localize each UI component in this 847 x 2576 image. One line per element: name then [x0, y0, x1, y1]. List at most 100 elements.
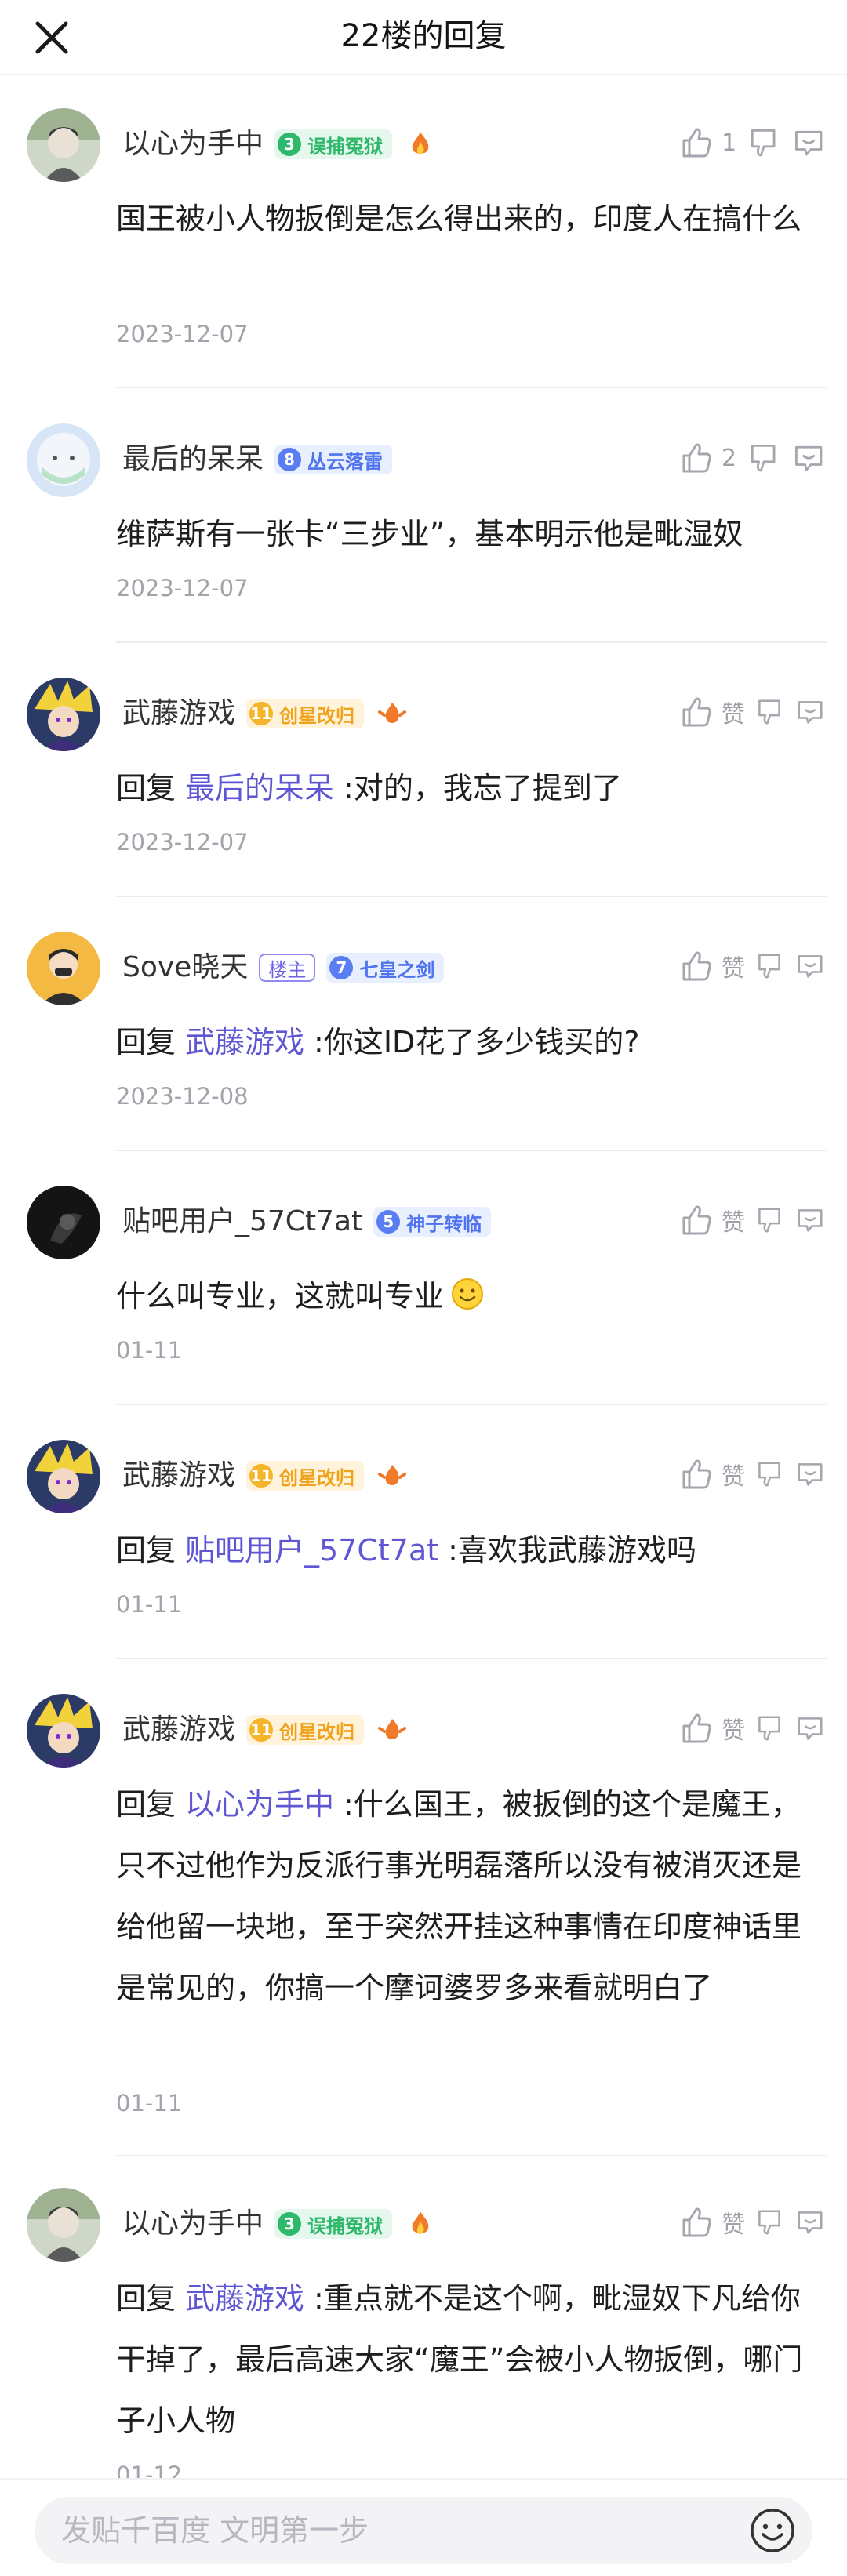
like-button[interactable]: 赞 — [676, 1709, 745, 1748]
username[interactable]: 武藤游戏 — [122, 696, 235, 731]
page-title: 22楼的回复 — [340, 18, 507, 54]
level-badge: 3 误捕冤狱 — [274, 129, 393, 159]
username[interactable]: 以心为手中 — [122, 127, 264, 162]
divider — [116, 1404, 827, 1405]
thumbs-up-icon — [682, 1713, 711, 1743]
thumbs-up-icon — [682, 951, 711, 981]
username[interactable]: Sove晓天 — [122, 950, 248, 985]
comment-icon[interactable] — [791, 125, 827, 161]
reply-date: 2023-12-07 — [116, 829, 249, 856]
avatar[interactable] — [27, 2188, 100, 2262]
dislike-icon[interactable] — [745, 125, 781, 161]
thumbs-up-icon — [682, 443, 711, 473]
dislike-icon[interactable] — [753, 696, 786, 728]
emoji-icon[interactable] — [748, 2506, 797, 2555]
avatar[interactable] — [27, 1440, 100, 1513]
username[interactable]: 武藤游戏 — [122, 1459, 235, 1493]
thumbs-up-icon — [682, 2207, 711, 2237]
comment-icon[interactable] — [794, 1204, 827, 1237]
level-badge: 3 误捕冤狱 — [274, 2209, 393, 2239]
avatar[interactable] — [27, 678, 100, 751]
reply-content: 回复 贴吧用户_57Ct7at:喜欢我武藤游戏吗 — [116, 1533, 696, 1568]
like-count: 赞 — [722, 955, 745, 983]
level-badge: 5 神子转临 — [373, 1207, 492, 1237]
smile-emoji-icon — [452, 1278, 484, 1310]
dislike-icon[interactable] — [753, 2206, 786, 2239]
like-button[interactable]: 赞 — [676, 692, 745, 732]
fire-icon — [378, 1465, 407, 1485]
reply-date: 2023-12-08 — [116, 1083, 249, 1110]
dislike-icon[interactable] — [753, 1204, 786, 1237]
reply-content: 维萨斯有一张卡“三步业”，基本明示他是毗湿奴 — [116, 517, 743, 551]
level-badge: 8 丛云落雷 — [274, 445, 393, 474]
reply-date: 01-11 — [116, 1337, 183, 1364]
comment-icon[interactable] — [794, 1712, 827, 1745]
level-badge: 11 创星改归 — [246, 699, 365, 728]
like-button[interactable]: 赞 — [676, 946, 745, 986]
thumbs-up-icon — [682, 697, 711, 727]
thumbs-up-icon — [682, 128, 711, 158]
like-count: 赞 — [722, 1209, 745, 1237]
reply-content: 回复 最后的呆呆:对的，我忘了提到了 — [116, 771, 622, 805]
like-count: 赞 — [722, 1463, 745, 1491]
divider — [116, 896, 827, 897]
like-count: 2 — [722, 444, 737, 472]
owner-badge: 楼主 — [259, 954, 316, 982]
reply-date: 01-11 — [116, 2090, 183, 2116]
like-button[interactable]: 1 — [676, 123, 736, 162]
bottom-input-bar: 发贴千百度 文明第一步 — [0, 2478, 847, 2576]
divider — [116, 2155, 827, 2156]
avatar[interactable] — [27, 423, 100, 497]
like-button[interactable]: 赞 — [676, 2203, 745, 2242]
divider — [116, 387, 827, 388]
fire-icon — [378, 703, 407, 723]
dislike-icon[interactable] — [753, 950, 786, 983]
dislike-icon[interactable] — [753, 1712, 786, 1745]
comment-icon[interactable] — [791, 440, 827, 476]
like-count: 1 — [722, 129, 737, 157]
fire-icon — [412, 2211, 429, 2234]
reply-content: 回复 武藤游戏:重点就不是这个啊，毗湿奴下凡给你干掉了，最后高速大家“魔王”会被小… — [116, 2281, 803, 2438]
reply-content: 国王被小人物扳倒是怎么得出来的，印度人在搞什么 — [116, 202, 802, 236]
reply-input[interactable]: 发贴千百度 文明第一步 — [35, 2497, 812, 2564]
comment-icon[interactable] — [794, 2206, 827, 2239]
dislike-icon[interactable] — [753, 1458, 786, 1491]
thumbs-up-icon — [682, 1459, 711, 1489]
comment-icon[interactable] — [794, 1458, 827, 1491]
mention-link[interactable]: 以心为手中 — [185, 1787, 334, 1822]
divider — [116, 1150, 827, 1151]
level-badge: 7 七皇之剑 — [326, 953, 445, 983]
mention-link[interactable]: 最后的呆呆 — [185, 771, 334, 805]
like-button[interactable]: 2 — [676, 438, 736, 478]
avatar[interactable] — [27, 932, 100, 1005]
divider — [116, 1658, 827, 1659]
username[interactable]: 以心为手中 — [122, 2207, 264, 2241]
reply-content: 什么叫专业，这就叫专业 — [116, 1266, 816, 1327]
like-count: 赞 — [722, 1717, 745, 1745]
username[interactable]: 武藤游戏 — [122, 1713, 235, 1747]
username[interactable]: 最后的呆呆 — [122, 442, 264, 477]
like-count: 赞 — [722, 701, 745, 728]
top-bar: 22楼的回复 — [0, 0, 847, 75]
like-button[interactable]: 赞 — [676, 1201, 745, 1240]
like-button[interactable]: 赞 — [676, 1455, 745, 1494]
thumbs-up-icon — [682, 1205, 711, 1235]
comment-icon[interactable] — [794, 950, 827, 983]
input-placeholder: 发贴千百度 文明第一步 — [61, 2513, 369, 2548]
reply-content: 回复 武藤游戏:你这ID花了多少钱买的? — [116, 1025, 640, 1059]
level-badge: 11 创星改归 — [246, 1715, 365, 1745]
username[interactable]: 贴吧用户_57Ct7at — [122, 1204, 362, 1239]
fire-icon — [378, 1719, 407, 1739]
avatar[interactable] — [27, 108, 100, 182]
reply-content: 回复 以心为手中:什么国王，被扳倒的这个是魔王，只不过他作为反派行事光明磊落所以没… — [116, 1787, 802, 2005]
comment-icon[interactable] — [794, 696, 827, 728]
dislike-icon[interactable] — [745, 440, 781, 476]
mention-link[interactable]: 贴吧用户_57Ct7at — [185, 1533, 438, 1568]
like-count: 赞 — [722, 2211, 745, 2239]
avatar[interactable] — [27, 1694, 100, 1768]
mention-link[interactable]: 武藤游戏 — [185, 1025, 304, 1059]
mention-link[interactable]: 武藤游戏 — [185, 2281, 304, 2316]
avatar[interactable] — [27, 1186, 100, 1259]
reply-date: 2023-12-07 — [116, 575, 249, 601]
level-badge: 11 创星改归 — [246, 1461, 365, 1491]
